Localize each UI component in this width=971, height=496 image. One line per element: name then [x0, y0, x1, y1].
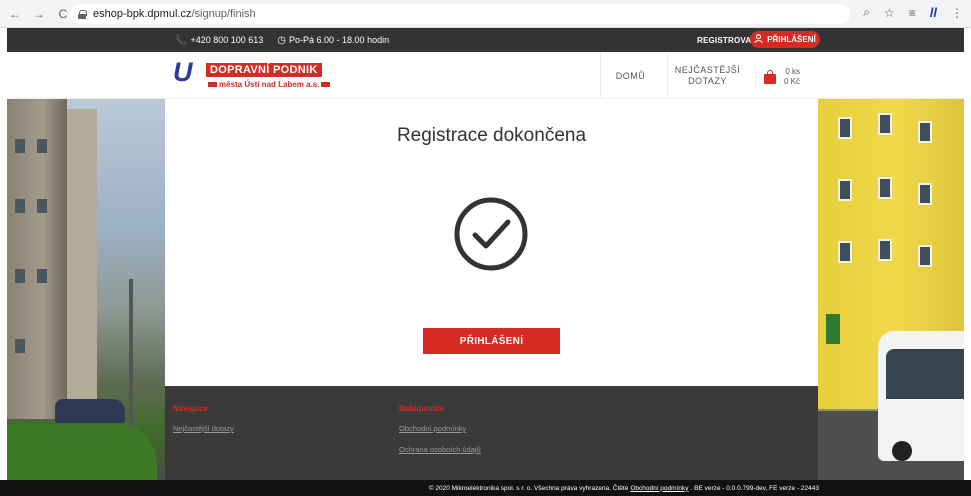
window — [838, 179, 852, 201]
footer-shop-heading: Nakupování — [399, 404, 445, 413]
background-photo-left — [7, 99, 165, 480]
page-title: Registrace dokončena — [396, 125, 587, 146]
copyright-terms-link[interactable]: Obchodní podmínky — [630, 485, 688, 492]
window — [838, 117, 852, 139]
site-footer: Navigace Nejčastější dotazy Nakupování O… — [165, 386, 818, 480]
register-link[interactable]: REGISTROVAT — [697, 36, 756, 45]
clock-icon: ◷ — [277, 34, 287, 46]
footer-terms-link[interactable]: Obchodní podmínky — [399, 424, 481, 433]
footer-navigation: Navigace Nejčastější dotazy — [173, 404, 234, 445]
window — [15, 339, 25, 353]
site-header: U DOPRAVNÍ PODNIK města Ústí nad Labem a… — [7, 52, 964, 99]
forward-icon[interactable]: → — [32, 7, 46, 21]
city-bus — [878, 331, 964, 461]
window — [878, 177, 892, 199]
grass-patch — [7, 424, 157, 480]
bus-window — [886, 349, 964, 399]
copyright-text: © 2020 Mikroelektronika spol. s r. o. Vš… — [428, 484, 629, 492]
zoom-icon[interactable]: ⌕ — [863, 5, 870, 20]
window — [15, 199, 25, 213]
shopping-bag-icon — [764, 69, 776, 84]
user-icon — [754, 34, 763, 45]
window — [37, 199, 47, 213]
copyright-bar: © 2020 Mikroelektronika spol. s r. o. Vš… — [0, 480, 971, 496]
window — [838, 241, 852, 263]
cart-summary[interactable]: 0 ks 0 Kč — [755, 66, 800, 88]
phone-number: +420 800 100 613 — [190, 34, 264, 45]
top-login-button[interactable]: PŘIHLÁŠENÍ — [750, 31, 820, 48]
window — [37, 139, 47, 153]
cart-count: 0 ks — [785, 67, 801, 76]
hours-text: Po-Pá 6.00 - 18.00 hodin — [289, 34, 390, 45]
cart-values: 0 ks 0 Kč — [784, 67, 800, 87]
footer-faq-link[interactable]: Nejčastější dotazy — [173, 424, 234, 433]
back-icon[interactable]: ← — [8, 7, 22, 21]
contact-info: 📞 +420 800 100 613 ◷ Po-Pá 6.00 - 18.00 ho… — [175, 35, 389, 46]
nav-faq-line2: DOTAZY — [688, 75, 727, 86]
logo-title: DOPRAVNÍ PODNIK — [206, 63, 322, 77]
window — [37, 269, 47, 283]
url-path: /signup/finish — [191, 8, 256, 20]
logo-mark: U — [173, 57, 193, 87]
browser-nav-buttons: ← → C — [0, 7, 70, 21]
footer-nav-heading: Navigace — [173, 404, 209, 413]
login-button[interactable]: PŘIHLÁŠENÍ — [423, 328, 560, 354]
star-icon[interactable]: ☆ — [884, 6, 895, 20]
window — [878, 239, 892, 261]
reading-list-icon[interactable]: ≡ — [909, 6, 916, 20]
phone-contact[interactable]: 📞 +420 800 100 613 — [175, 35, 263, 46]
reload-icon[interactable]: C — [56, 7, 70, 21]
phone-icon: 📞 — [175, 34, 188, 46]
address-bar[interactable]: eshop-bpk.dpmul.cz/signup/finish — [70, 4, 850, 24]
logo-subtitle: města Ústí nad Labem a.s. — [206, 80, 332, 89]
extension-icon[interactable]: ll — [930, 5, 937, 20]
version-text: . BE verze - 0.0.0.799-dev, FE verze - 2… — [690, 484, 820, 492]
window — [15, 139, 25, 153]
green-flag — [826, 314, 840, 344]
lock-icon[interactable] — [78, 9, 87, 19]
top-login-label: PŘIHLÁŠENÍ — [767, 35, 816, 44]
browser-right-icons: ⌕ ☆ ≡ ll ⋮ — [863, 5, 963, 20]
company-logo[interactable]: U DOPRAVNÍ PODNIK města Ústí nad Labem a… — [173, 57, 332, 89]
nav-faq[interactable]: NEJČASTĚJŠÍ DOTAZY — [667, 52, 747, 99]
window — [15, 269, 25, 283]
window — [918, 245, 932, 267]
building-left-2 — [67, 109, 97, 409]
logo-text: DOPRAVNÍ PODNIK města Ústí nad Labem a.s… — [206, 60, 332, 89]
footer-shopping: Nakupování Obchodní podmínky Ochrana oso… — [399, 404, 481, 466]
opening-hours: ◷ Po-Pá 6.00 - 18.00 hodin — [277, 35, 389, 46]
success-check-icon — [454, 197, 528, 271]
parked-car — [55, 399, 125, 423]
window — [878, 113, 892, 135]
bus-wheel — [892, 441, 912, 461]
window — [918, 183, 932, 205]
footer-privacy-link[interactable]: Ochrana osobních údajů — [399, 445, 481, 454]
window — [918, 121, 932, 143]
nav-faq-line1: NEJČASTĚJŠÍ — [674, 64, 741, 75]
main-content: Registrace dokončena PŘIHLÁŠENÍ — [165, 99, 818, 386]
top-info-bar: 📞 +420 800 100 613 ◷ Po-Pá 6.00 - 18.00 ho… — [7, 28, 964, 52]
browser-toolbar: ← → C eshop-bpk.dpmul.cz/signup/finish ⌕… — [0, 0, 971, 28]
browser-menu-icon[interactable]: ⋮ — [951, 6, 963, 20]
nav-home[interactable]: DOMŮ — [600, 52, 660, 99]
background-photo-right — [818, 99, 964, 480]
cart-total: 0 Kč — [784, 77, 801, 86]
url-host: eshop-bpk.dpmul.cz — [93, 8, 192, 20]
